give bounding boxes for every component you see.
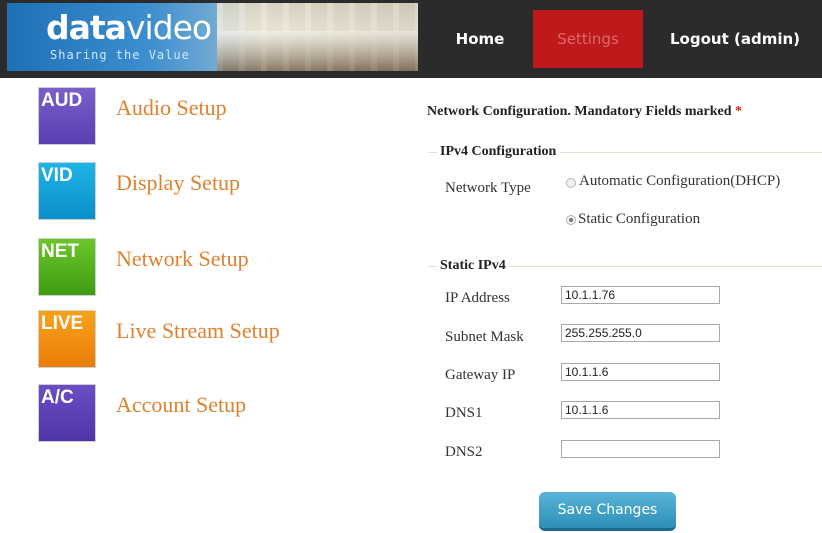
gateway-ip-input[interactable]: 10.1.1.6 [561,363,720,381]
dns2-input[interactable] [561,440,720,458]
sidebar-item-label: Display Setup [116,170,241,195]
gateway-ip-label: Gateway IP [445,367,516,383]
account-icon-text: A/C [41,387,74,408]
static-radio[interactable] [566,215,576,225]
form-title-text: Network Configuration. Mandatory Fields … [427,104,732,119]
ip-address-label: IP Address [445,290,510,306]
account-icon: A/C [38,384,96,442]
save-changes-button[interactable]: Save Changes [539,492,676,528]
network-icon-text: NET [41,241,79,262]
logo-wordmark: datavideo [46,8,212,47]
sidebar-item-label: Network Setup [116,246,249,271]
subnet-mask-input[interactable]: 255.255.255.0 [561,324,720,342]
subnet-mask-label: Subnet Mask [445,329,524,345]
audio-icon: AUD [38,87,96,145]
network-type-label: Network Type [445,180,531,196]
required-marker: * [735,104,742,119]
nav-home[interactable]: Home [440,10,520,68]
sidebar-item-label: Account Setup [116,392,247,417]
static-ipv4-legend: Static IPv4 [437,258,510,274]
nav-settings[interactable]: Settings [533,10,643,68]
live-stream-icon: LIVE [38,310,96,368]
logo[interactable]: datavideo Sharing the Value [7,3,418,71]
sidebar-item-network[interactable]: NET Network Setup [38,238,249,296]
network-icon: NET [38,238,96,296]
live-stream-icon-text: LIVE [41,313,84,334]
header-bar: datavideo Sharing the Value Home Setting… [0,0,822,78]
logo-tagline: Sharing the Value [50,48,190,62]
form-title: Network Configuration. Mandatory Fields … [427,104,742,120]
static-radio-label[interactable]: Static Configuration [578,211,700,228]
nav-logout[interactable]: Logout (admin) [665,10,805,68]
logo-brand-light: video [125,8,212,47]
ipv4-legend: IPv4 Configuration [437,144,561,160]
dns1-label: DNS1 [445,405,483,421]
sidebar-item-label: Live Stream Setup [116,318,280,343]
header-photo [217,3,418,71]
sidebar-item-audio[interactable]: AUD Audio Setup [38,87,227,145]
dhcp-radio[interactable] [566,178,576,188]
sidebar-item-label: Audio Setup [116,95,227,120]
sidebar-item-display[interactable]: VID Display Setup [38,162,240,220]
ip-address-input[interactable]: 10.1.1.76 [561,286,720,304]
sidebar-item-account[interactable]: A/C Account Setup [38,384,246,442]
audio-icon-text: AUD [41,90,83,111]
dhcp-radio-label[interactable]: Automatic Configuration(DHCP) [579,173,780,190]
logo-brand-bold: data [46,8,127,47]
dns1-input[interactable]: 10.1.1.6 [561,401,720,419]
display-icon-text: VID [41,165,73,186]
display-icon: VID [38,162,96,220]
sidebar-item-live-stream[interactable]: LIVE Live Stream Setup [38,310,280,368]
dns2-label: DNS2 [445,444,483,460]
